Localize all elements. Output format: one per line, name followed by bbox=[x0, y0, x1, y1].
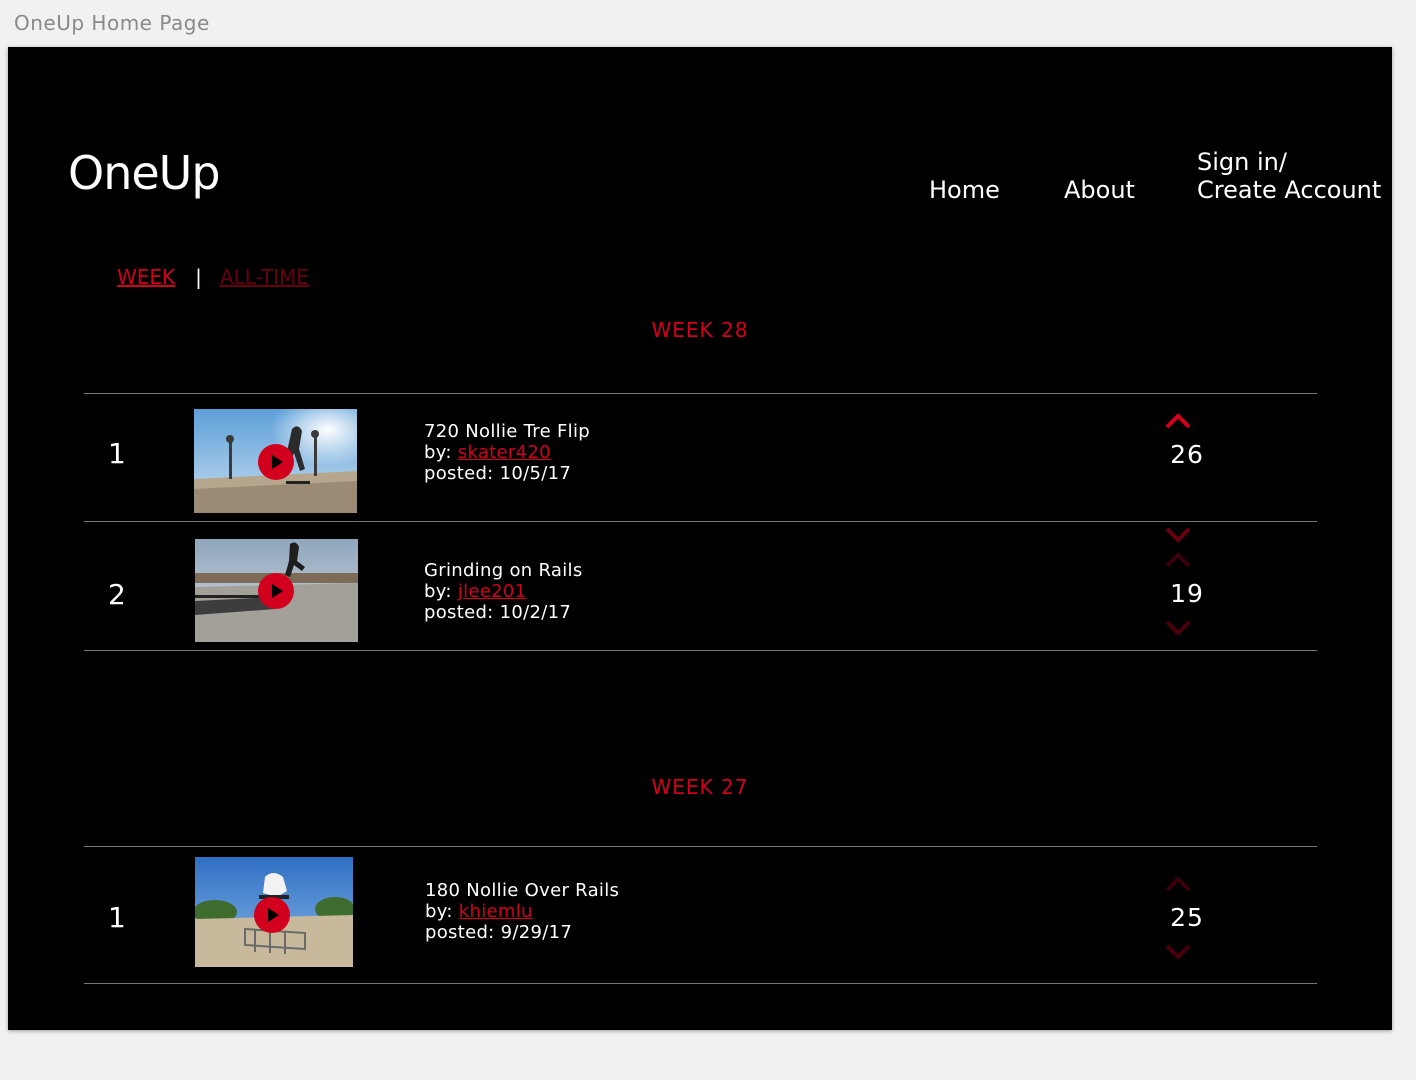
posted-date: 9/29/17 bbox=[500, 922, 573, 943]
by-label: by: bbox=[424, 581, 452, 602]
rank-number: 1 bbox=[108, 901, 126, 934]
divider bbox=[84, 650, 1317, 651]
nav-home-link[interactable]: Home bbox=[929, 176, 1000, 204]
rank-number: 2 bbox=[108, 578, 126, 611]
signin-label: Sign in/ bbox=[1197, 148, 1287, 176]
video-posted-line: posted: 10/2/17 bbox=[424, 602, 583, 623]
rank-number: 1 bbox=[108, 437, 126, 470]
ranking-filter-tabs: WEEK | ALL-TIME bbox=[117, 265, 309, 289]
posted-date: 10/5/17 bbox=[499, 463, 572, 484]
divider bbox=[84, 983, 1317, 984]
list-item: 2 Grinding on Rails by: jlee201 posted: … bbox=[84, 522, 1317, 650]
artboard-title: OneUp Home Page bbox=[14, 11, 210, 35]
video-info: 180 Nollie Over Rails by: khiemlu posted… bbox=[425, 880, 619, 943]
tab-all-time[interactable]: ALL-TIME bbox=[220, 265, 309, 289]
video-info: Grinding on Rails by: jlee201 posted: 10… bbox=[424, 560, 583, 623]
upvote-icon[interactable] bbox=[1163, 874, 1193, 894]
author-link[interactable]: jlee201 bbox=[458, 581, 527, 602]
by-label: by: bbox=[425, 901, 453, 922]
video-posted-line: posted: 9/29/17 bbox=[425, 922, 619, 943]
tab-week[interactable]: WEEK bbox=[117, 265, 175, 289]
play-icon[interactable] bbox=[258, 444, 294, 480]
video-thumbnail[interactable] bbox=[195, 539, 358, 642]
tab-divider: | bbox=[195, 265, 202, 289]
video-title[interactable]: 180 Nollie Over Rails bbox=[425, 880, 619, 901]
posted-label: posted: bbox=[424, 602, 494, 623]
video-author-line: by: skater420 bbox=[424, 442, 590, 463]
author-link[interactable]: khiemlu bbox=[459, 901, 533, 922]
nav-signin-link[interactable]: Sign in/ Create Account bbox=[1197, 148, 1381, 204]
video-thumbnail[interactable] bbox=[194, 409, 357, 513]
section-heading: WEEK 27 bbox=[651, 775, 749, 799]
video-author-line: by: khiemlu bbox=[425, 901, 619, 922]
vote-score: 26 bbox=[1170, 440, 1204, 469]
video-thumbnail[interactable] bbox=[195, 857, 353, 967]
video-title[interactable]: 720 Nollie Tre Flip bbox=[424, 421, 590, 442]
author-link[interactable]: skater420 bbox=[458, 442, 551, 463]
video-posted-line: posted: 10/5/17 bbox=[424, 463, 590, 484]
site-logo[interactable]: OneUp bbox=[68, 146, 221, 200]
posted-date: 10/2/17 bbox=[499, 602, 572, 623]
vote-score: 19 bbox=[1170, 579, 1204, 608]
vote-score: 25 bbox=[1170, 903, 1204, 932]
page-canvas: OneUp Home About Sign in/ Create Account… bbox=[8, 47, 1392, 1030]
section-heading: WEEK 28 bbox=[651, 318, 749, 342]
video-author-line: by: jlee201 bbox=[424, 581, 583, 602]
upvote-icon[interactable] bbox=[1163, 550, 1193, 570]
posted-label: posted: bbox=[424, 463, 494, 484]
video-title[interactable]: Grinding on Rails bbox=[424, 560, 583, 581]
play-icon[interactable] bbox=[254, 897, 290, 933]
downvote-icon[interactable] bbox=[1163, 618, 1193, 638]
play-icon[interactable] bbox=[258, 573, 294, 609]
downvote-icon[interactable] bbox=[1163, 942, 1193, 962]
posted-label: posted: bbox=[425, 922, 495, 943]
list-item: 1 bbox=[84, 847, 1317, 983]
nav-about-link[interactable]: About bbox=[1064, 176, 1135, 204]
create-account-label: Create Account bbox=[1197, 176, 1382, 204]
upvote-icon[interactable] bbox=[1163, 411, 1193, 431]
by-label: by: bbox=[424, 442, 452, 463]
list-item: 1 bbox=[84, 394, 1317, 543]
video-info: 720 Nollie Tre Flip by: skater420 posted… bbox=[424, 421, 590, 484]
